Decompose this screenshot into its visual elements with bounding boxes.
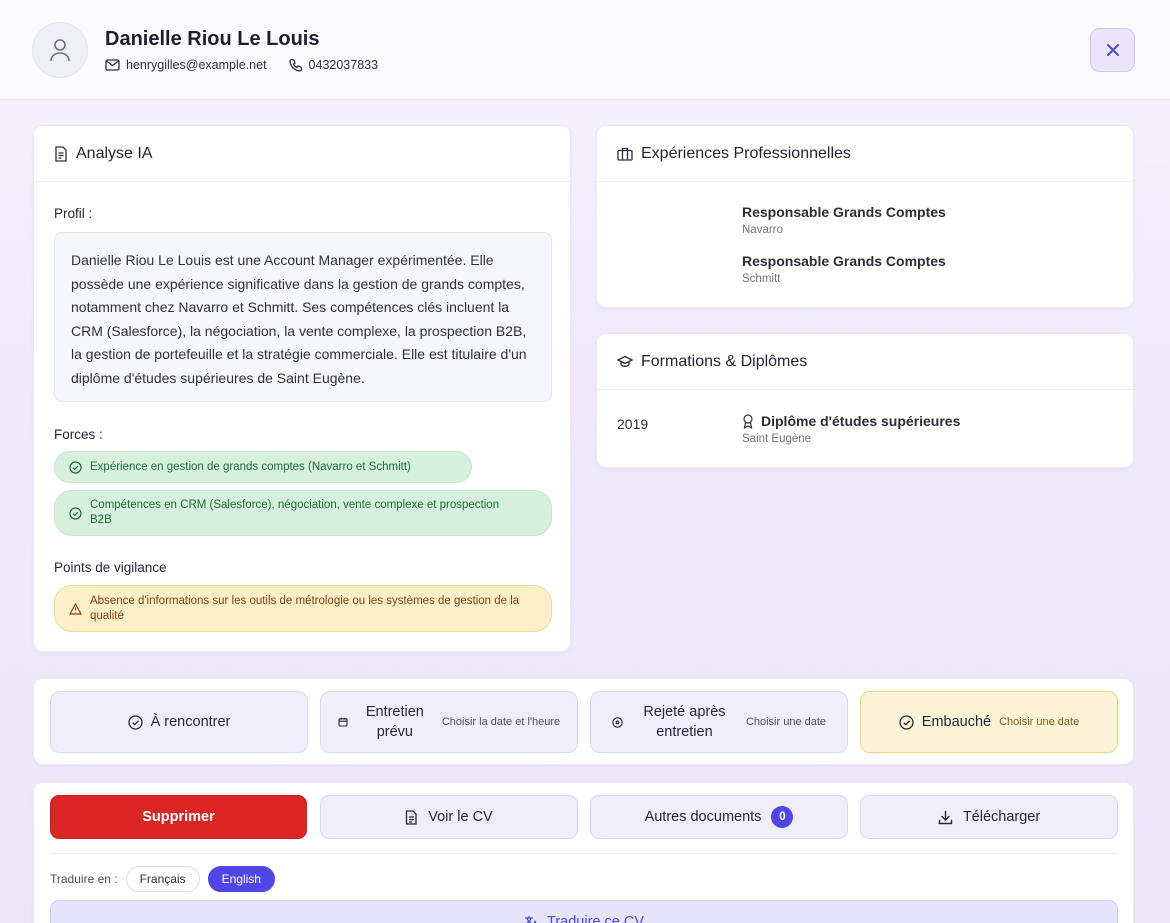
education-year: 2019 [617,416,649,432]
language-option-english[interactable]: English [207,866,275,892]
phone-icon [288,58,302,72]
divider [50,853,1118,854]
experience-card-header: Expériences Professionnelles [597,126,1133,182]
education-title: Formations & Diplômes [641,352,808,370]
download-icon [938,810,953,824]
close-button[interactable] [1090,28,1135,72]
experience-card: Expériences Professionnelles Responsable… [596,125,1134,308]
candidate-phone[interactable]: 0432037833 [309,58,379,72]
education-card: Formations & Diplômes 2019 Diplôme d'étu… [596,333,1134,468]
language-icon [524,915,537,923]
translate-row: Traduire en : Français English [50,866,275,892]
education-item: Diplôme d'études supérieures Saint Eugèn… [742,413,961,445]
close-icon [1106,44,1119,56]
strength-item: Compétences en CRM (Salesforce), négocia… [54,490,552,536]
experience-item: Responsable Grands Comptes Navarro [742,204,946,236]
status-hired-button[interactable]: Embauché Choisir une date [860,691,1118,753]
document-icon [55,145,67,162]
education-card-header: Formations & Diplômes [597,334,1133,390]
strength-item: Expérience en gestion de grands comptes … [54,451,472,483]
status-to-meet-button[interactable]: À rencontrer [50,691,308,753]
analysis-card: Analyse IA Profil : Danielle Riou Le Lou… [33,125,571,652]
translate-label: Traduire en : [50,872,118,886]
candidate-name: Danielle Riou Le Louis [105,28,320,50]
profile-text: Danielle Riou Le Louis est une Account M… [54,232,552,402]
x-circle-icon [612,716,623,728]
candidate-email[interactable]: henrygilles@example.net [126,58,267,72]
award-icon [743,413,753,429]
user-icon [50,39,70,62]
check-circle-icon [69,506,82,520]
mail-icon [105,59,120,71]
experience-title: Expériences Professionnelles [641,144,851,162]
documents-count-badge: 0 [771,806,794,828]
experience-item: Responsable Grands Comptes Schmitt [742,253,946,285]
profile-label: Profil : [54,206,93,221]
status-interview-button[interactable]: Entretien prévu Choisir la date et l'heu… [320,691,578,753]
check-circle-icon [127,714,143,730]
status-card: À rencontrer Entretien prévu Choisir la … [33,678,1134,765]
check-circle-icon [69,460,82,474]
warnings-label: Points de vigilance [54,560,167,575]
delete-button[interactable]: Supprimer [50,795,307,839]
download-button[interactable]: Télécharger [860,795,1118,839]
view-cv-button[interactable]: Voir le CV [320,795,578,839]
briefcase-icon [617,147,633,161]
contact-info: henrygilles@example.net 0432037833 [105,58,378,72]
check-circle-icon [899,714,914,730]
analysis-card-header: Analyse IA [34,126,570,182]
warning-item: Absence d'informations sur les outils de… [54,585,552,632]
analysis-title: Analyse IA [76,144,153,162]
translate-cv-button[interactable]: Traduire ce CV [50,900,1118,923]
avatar [32,22,88,78]
candidate-header: Danielle Riou Le Louis henrygilles@examp… [0,0,1170,100]
status-rejected-button[interactable]: Rejeté après entretien Choisir une date [590,691,848,753]
warning-icon [69,602,82,615]
calendar-icon [338,717,348,727]
actions-card: Supprimer Voir le CV Autres documents 0 … [33,782,1134,923]
document-icon [406,809,417,825]
graduation-cap-icon [617,355,633,367]
strengths-label: Forces : [54,427,103,442]
language-option-french[interactable]: Français [125,866,200,892]
other-documents-button[interactable]: Autres documents 0 [590,795,848,839]
